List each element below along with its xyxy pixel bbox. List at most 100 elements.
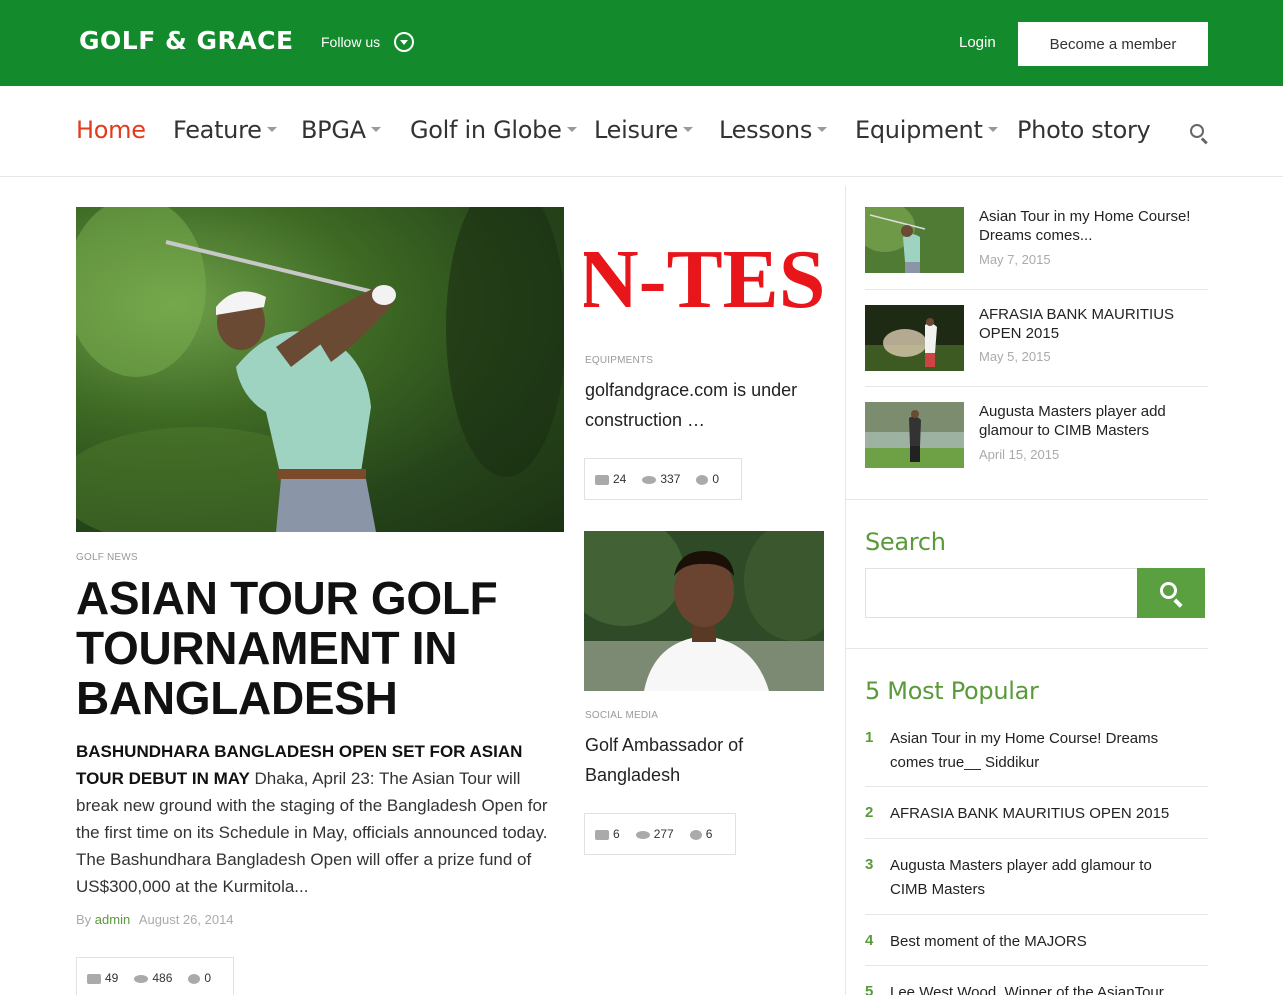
comments-stat[interactable]: 0 bbox=[696, 472, 719, 486]
comments-count: 0 bbox=[712, 472, 720, 486]
nav-bpga-label: BPGA bbox=[301, 116, 366, 144]
post2-title[interactable]: Golf Ambassador of Bangladesh bbox=[585, 730, 825, 790]
sidebar-separator bbox=[865, 386, 1208, 387]
nav-leisure-label: Leisure bbox=[594, 116, 679, 144]
views-stat: 277 bbox=[635, 827, 674, 841]
sidebar-divider bbox=[845, 186, 846, 995]
nav-photo-story[interactable]: Photo story bbox=[1017, 116, 1151, 144]
recent-post-thumbnail-image-2 bbox=[865, 305, 964, 371]
sidebar-separator bbox=[846, 648, 1208, 649]
thumbs-up-icon bbox=[595, 829, 609, 840]
sidebar-separator bbox=[865, 914, 1208, 915]
comments-stat[interactable]: 6 bbox=[689, 827, 713, 841]
author-link[interactable]: admin bbox=[95, 912, 130, 927]
post-date: August 26, 2014 bbox=[138, 912, 234, 927]
popular-rank: 1 bbox=[865, 729, 874, 746]
comment-icon bbox=[696, 474, 709, 485]
post2-stats: 6 277 6 bbox=[584, 813, 736, 855]
comment-icon bbox=[689, 829, 702, 840]
recent-post-title: Asian Tour in my Home Course! Dreams com… bbox=[979, 208, 1191, 244]
recent-post-item[interactable]: AFRASIA BANK MAURITIUS OPEN 2015 May 5, … bbox=[865, 305, 1208, 371]
nav-equipment[interactable]: Equipment bbox=[855, 116, 998, 144]
sidebar-separator bbox=[846, 499, 1208, 500]
recent-post-date: May 7, 2015 bbox=[979, 252, 1051, 267]
featured-excerpt-body: Dhaka, April 23: The Asian Tour will bre… bbox=[76, 769, 548, 896]
views-stat: 337 bbox=[642, 472, 680, 486]
popular-item[interactable]: 2 AFRASIA BANK MAURITIUS OPEN 2015 bbox=[865, 802, 1208, 828]
nav-golf-in-globe[interactable]: Golf in Globe bbox=[410, 116, 577, 144]
views-stat: 486 bbox=[134, 971, 172, 985]
popular-title: Asian Tour in my Home Course! Dreams com… bbox=[890, 730, 1159, 771]
likes-stat[interactable]: 6 bbox=[595, 827, 620, 841]
sidebar-separator bbox=[865, 786, 1208, 787]
likes-count: 24 bbox=[613, 472, 627, 486]
post1-image-text: N-TES bbox=[584, 233, 824, 326]
recent-post-thumbnail-image-3 bbox=[865, 402, 964, 468]
top-bar: GOLF & GRACE Follow us Login Become a me… bbox=[0, 0, 1283, 86]
become-member-button[interactable]: Become a member bbox=[1018, 22, 1208, 66]
comments-count: 6 bbox=[705, 827, 713, 841]
recent-post-thumbnail bbox=[865, 402, 964, 468]
popular-item[interactable]: 3 Augusta Masters player add glamour to … bbox=[865, 854, 1208, 904]
post1-category[interactable]: EQUIPMENTS bbox=[585, 355, 653, 366]
popular-item[interactable]: 1 Asian Tour in my Home Course! Dreams c… bbox=[865, 727, 1208, 777]
views-count: 486 bbox=[152, 971, 173, 985]
search-button[interactable] bbox=[1137, 568, 1205, 618]
recent-post-item[interactable]: Asian Tour in my Home Course! Dreams com… bbox=[865, 207, 1208, 273]
popular-widget-title: 5 Most Popular bbox=[865, 677, 1039, 705]
nav-bpga[interactable]: BPGA bbox=[301, 116, 381, 144]
views-count: 277 bbox=[653, 827, 674, 841]
login-link[interactable]: Login bbox=[959, 34, 996, 51]
by-label: By bbox=[76, 912, 92, 927]
search-icon bbox=[1160, 582, 1177, 599]
nav-feature[interactable]: Feature bbox=[173, 116, 277, 144]
caret-down-icon bbox=[683, 126, 694, 132]
caret-down-icon bbox=[266, 126, 277, 132]
popular-title: AFRASIA BANK MAURITIUS OPEN 2015 bbox=[890, 805, 1170, 822]
featured-image[interactable] bbox=[76, 207, 564, 532]
recent-post-date: May 5, 2015 bbox=[979, 349, 1051, 364]
post1-image[interactable]: N-TES bbox=[584, 207, 824, 335]
search-input[interactable] bbox=[865, 568, 1137, 618]
likes-stat[interactable]: 24 bbox=[595, 472, 626, 486]
eye-icon bbox=[635, 830, 650, 839]
popular-item[interactable]: 5 Lee West Wood, Winner of the AsianTour bbox=[865, 981, 1208, 995]
nav-equipment-label: Equipment bbox=[855, 116, 983, 144]
thumbs-up-icon bbox=[87, 973, 101, 984]
comments-count: 0 bbox=[204, 971, 212, 985]
sidebar-separator bbox=[865, 838, 1208, 839]
caret-down-icon bbox=[370, 126, 381, 132]
popular-rank: 5 bbox=[865, 983, 874, 995]
chevron-down-icon[interactable] bbox=[394, 32, 414, 52]
caret-down-icon bbox=[987, 126, 998, 132]
popular-title: Best moment of the MAJORS bbox=[890, 933, 1087, 950]
nav-home[interactable]: Home bbox=[76, 116, 146, 144]
popular-rank: 4 bbox=[865, 932, 874, 949]
nav-leisure[interactable]: Leisure bbox=[594, 116, 694, 144]
recent-post-thumbnail bbox=[865, 207, 964, 273]
likes-stat[interactable]: 49 bbox=[87, 971, 118, 985]
featured-byline: By admin August 26, 2014 bbox=[76, 912, 234, 927]
views-count: 337 bbox=[660, 472, 681, 486]
post2-image[interactable] bbox=[584, 531, 824, 691]
likes-count: 6 bbox=[613, 827, 620, 841]
eye-icon bbox=[642, 475, 657, 484]
featured-excerpt: BASHUNDHARA BANGLADESH OPEN SET FOR ASIA… bbox=[76, 738, 564, 900]
recent-post-item[interactable]: Augusta Masters player add glamour to CI… bbox=[865, 402, 1208, 468]
post2-category[interactable]: SOCIAL MEDIA bbox=[585, 710, 658, 721]
sidebar-separator bbox=[865, 965, 1208, 966]
follow-us-label[interactable]: Follow us bbox=[321, 34, 380, 50]
popular-item[interactable]: 4 Best moment of the MAJORS bbox=[865, 930, 1208, 956]
nav-lessons[interactable]: Lessons bbox=[719, 116, 828, 144]
ambassador-photo bbox=[584, 531, 824, 691]
nav-feature-label: Feature bbox=[173, 116, 262, 144]
comments-stat[interactable]: 0 bbox=[188, 971, 211, 985]
thumbs-up-icon bbox=[595, 474, 609, 485]
recent-post-date: April 15, 2015 bbox=[979, 447, 1060, 462]
post1-title[interactable]: golfandgrace.com is under construction … bbox=[585, 375, 825, 435]
featured-category[interactable]: GOLF NEWS bbox=[76, 552, 138, 563]
popular-title: Lee West Wood, Winner of the AsianTour bbox=[890, 984, 1164, 995]
featured-title[interactable]: ASIAN TOUR GOLF TOURNAMENT IN BANGLADESH bbox=[76, 573, 564, 723]
site-logo[interactable]: GOLF & GRACE bbox=[79, 26, 294, 55]
search-icon[interactable] bbox=[1190, 124, 1204, 138]
